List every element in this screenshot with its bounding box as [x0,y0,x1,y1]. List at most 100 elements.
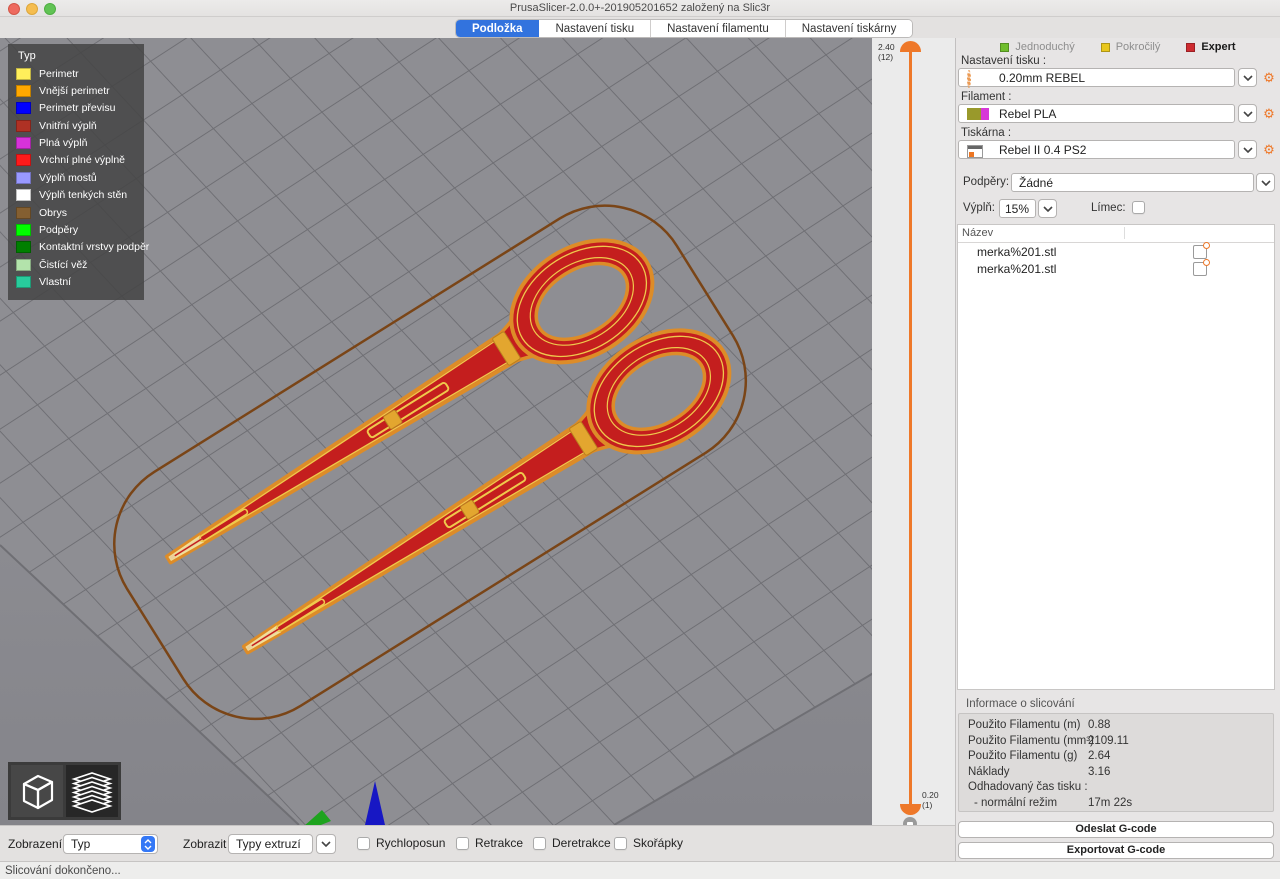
tab-printer-settings[interactable]: Nastavení tiskárny [786,20,913,37]
show-value: Typy extruzí [236,837,301,851]
tab-segmented-control: Podložka Nastavení tisku Nastavení filam… [455,19,913,38]
legend-color-swatch [16,172,31,184]
info-label: Použito Filamentu (m) [968,719,1080,731]
object-row[interactable]: merka%201.stl [958,243,1274,260]
tab-print-settings[interactable]: Nastavení tisku [539,20,651,37]
show-dropdown-button[interactable] [316,834,336,854]
prusaslicer-window: PrusaSlicer-2.0.0+-201905201652 založený… [0,0,1280,879]
infill-label: Výplň: [963,202,995,214]
estimated-time-label: Odhadovaný čas tisku : [968,781,1088,793]
retractions-label: Retrakce [475,836,523,850]
filament-gear-icon[interactable]: ⚙ [1261,104,1277,123]
mode-expert[interactable]: Expert [1186,41,1235,53]
printer-icon [967,145,983,161]
travel-label: Rychloposun [376,836,445,850]
printer-combo[interactable]: Rebel II 0.4 PS2 [958,140,1235,159]
layers-preview-button[interactable] [66,765,118,817]
mode-simple[interactable]: Jednoduchý [1000,41,1074,53]
object-instances-icon[interactable] [1193,262,1207,276]
mode-simple-icon [1000,43,1009,52]
filament-dropdown-button[interactable] [1238,104,1257,123]
retractions-checkbox[interactable] [456,837,469,850]
printer-dropdown-button[interactable] [1238,140,1257,159]
infill-combo[interactable]: 15% [999,199,1036,218]
column-divider [1124,227,1125,239]
sidebar: Jednoduchý Pokročilý Expert Nastavení ti… [955,38,1280,861]
object-instances-icon[interactable] [1193,245,1207,259]
legend-item-label: Vnitřní výplň [39,120,97,132]
legend-item: Kontaktní vrstvy podpěr [16,241,144,254]
info-row: Použito Filamentu (g) 2.64 [968,750,1273,766]
unretractions-checkbox-group: Deretrakce [533,836,611,850]
tab-filament-settings[interactable]: Nastavení filamentu [651,20,786,37]
travel-checkbox[interactable] [357,837,370,850]
legend-item-label: Kontaktní vrstvy podpěr [39,241,149,253]
slider-top-layer: (12) [878,52,895,62]
window-title: PrusaSlicer-2.0.0+-201905201652 založený… [0,2,1280,14]
info-label: Použito Filamentu (g) [968,750,1077,762]
object-list-header-label: Název [962,227,993,239]
chevron-down-icon [321,841,331,847]
tab-plater[interactable]: Podložka [456,20,539,37]
mode-advanced-label: Pokročilý [1116,41,1161,53]
brim-checkbox[interactable] [1132,201,1145,214]
object-name: merka%201.stl [977,262,1056,276]
3d-viewport[interactable]: Typ Perimetr Vnější perimetr Perimetr př… [0,38,872,825]
layers-icon [70,769,114,813]
supports-value: Žádné [1019,176,1053,190]
export-gcode-button[interactable]: Exportovat G-code [958,842,1274,859]
info-row: Použito Filamentu (mm³) 2109.11 [968,735,1273,751]
print-settings-combo[interactable]: 0.20mm REBEL [958,68,1235,87]
layer-slider-upper-handle[interactable] [900,41,921,52]
object-row[interactable]: merka%201.stl [958,260,1274,277]
legend-color-swatch [16,154,31,166]
info-value: 0.88 [1088,719,1110,731]
print-settings-dropdown-button[interactable] [1238,68,1257,87]
legend-item: Výplň tenkých stěn [16,189,144,202]
printer-label: Tiskárna : [961,127,1011,139]
view-mode-label: Zobrazení [8,837,62,851]
shells-checkbox-group: Skořápky [614,836,683,850]
send-gcode-button[interactable]: Odeslat G-code [958,821,1274,838]
chevron-down-icon [1243,147,1253,153]
print-settings-gear-icon[interactable]: ⚙ [1261,68,1277,87]
supports-combo[interactable]: Žádné [1011,173,1254,192]
mode-simple-label: Jednoduchý [1015,41,1074,53]
legend-item-label: Výplň mostů [39,172,97,184]
view-toggle-panel [8,762,121,820]
info-value: 2.64 [1088,750,1110,762]
layer-slider-lower-handle[interactable] [900,804,921,815]
normal-mode-label: - normální režim [968,797,1057,809]
info-label: Použito Filamentu (mm³) [968,735,1094,747]
legend-color-swatch [16,137,31,149]
legend-color-swatch [16,224,31,236]
legend-item-label: Výplň tenkých stěn [39,189,127,201]
supports-dropdown-button[interactable] [1256,173,1275,192]
info-row: Odhadovaný čas tisku : [968,781,1273,797]
legend-color-swatch [16,120,31,132]
layer-slider-track[interactable] [909,50,912,806]
status-bar: Slicování dokončeno... [0,861,1280,879]
chevron-down-icon [1261,180,1271,186]
mode-advanced[interactable]: Pokročilý [1101,41,1161,53]
view-mode-select[interactable]: Typ [63,834,158,854]
3d-view-button[interactable] [11,765,63,817]
legend-item-label: Čistící věž [39,259,87,271]
info-label: Náklady [968,766,1010,778]
show-combo[interactable]: Typy extruzí [228,834,313,854]
legend-color-swatch [16,207,31,219]
legend-color-swatch [16,276,31,288]
mode-selector: Jednoduchý Pokročilý Expert [956,41,1280,53]
info-row: Náklady 3.16 [968,766,1273,782]
unretractions-label: Deretrakce [552,836,611,850]
legend-item: Vnější perimetr [16,84,144,97]
filament-combo[interactable]: Rebel PLA [958,104,1235,123]
unretractions-checkbox[interactable] [533,837,546,850]
legend-item-label: Perimetr převisu [39,102,115,114]
shells-checkbox[interactable] [614,837,627,850]
shells-label: Skořápky [633,836,683,850]
legend-item-label: Perimetr [39,68,79,80]
infill-dropdown-button[interactable] [1038,199,1057,218]
printer-gear-icon[interactable]: ⚙ [1261,140,1277,159]
object-list[interactable]: Název merka%201.stl merka%201.stl [957,224,1275,690]
